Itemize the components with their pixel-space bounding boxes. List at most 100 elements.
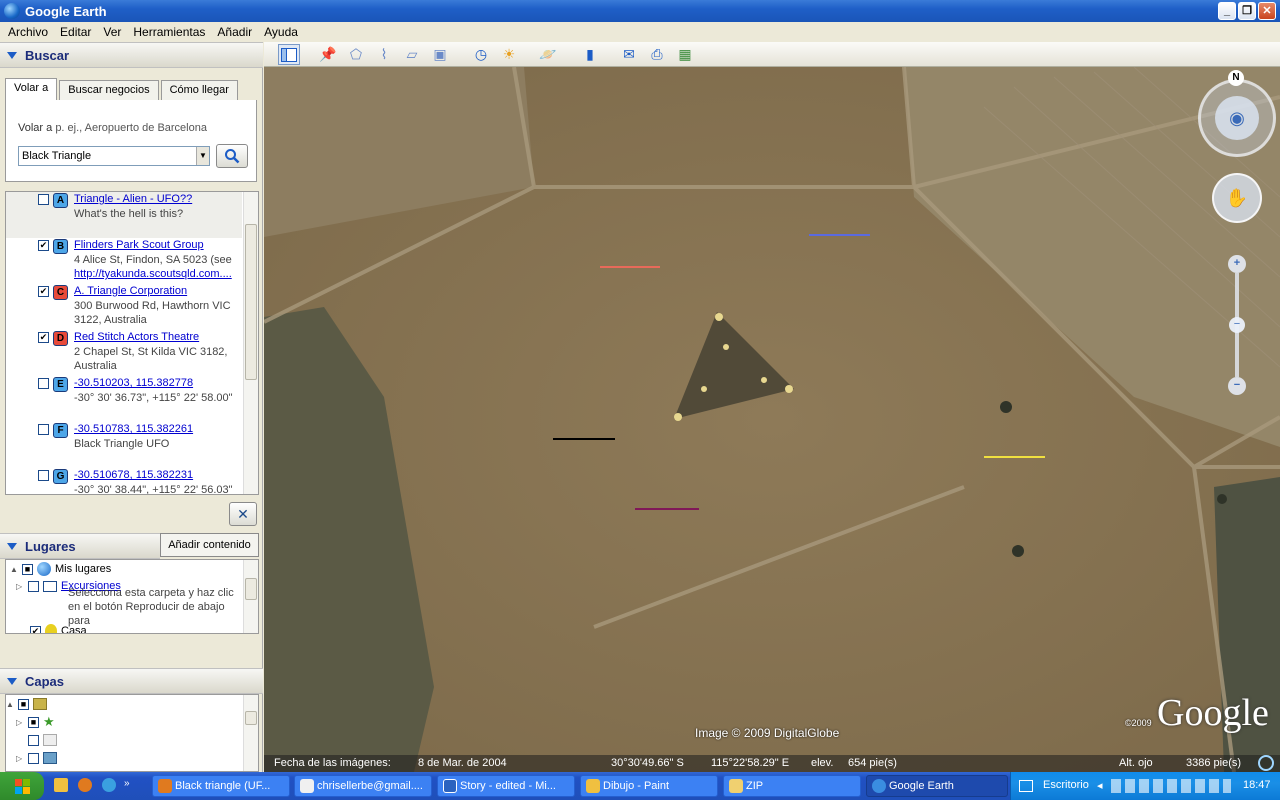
restore-button[interactable]: ❐ (1238, 2, 1256, 20)
search-section-header[interactable]: Buscar (0, 42, 263, 68)
dropdown-arrow-icon[interactable]: ▼ (196, 147, 209, 165)
result-title-link[interactable]: -30.510678, 115.382231 (74, 469, 242, 481)
result-title-link[interactable]: Flinders Park Scout Group (74, 239, 242, 251)
add-placemark-button[interactable]: 📌 (317, 44, 339, 65)
tree-row[interactable] (28, 731, 61, 749)
menu-editar[interactable]: Editar (54, 25, 97, 39)
zoom-slider[interactable]: + − − (1228, 255, 1246, 397)
status-bar: Fecha de las imágenes: 8 de Mar. de 2004… (264, 755, 1280, 772)
list-item[interactable]: ✔ B Flinders Park Scout Group 4 Alice St… (6, 238, 242, 284)
menu-ayuda[interactable]: Ayuda (258, 25, 304, 39)
search-input[interactable] (18, 146, 210, 166)
result-title-link[interactable]: Red Stitch Actors Theatre (74, 331, 242, 343)
result-checkbox[interactable] (38, 194, 49, 205)
tray-expand-icon[interactable]: ◂ (1097, 779, 1103, 792)
add-overlay-button[interactable]: ▱ (401, 44, 423, 65)
result-title-link[interactable]: A. Triangle Corporation (74, 285, 242, 297)
result-url-link[interactable]: http://tyakunda.scoutsqld.com.... (74, 268, 232, 280)
quicklaunch-more-icon[interactable]: » (124, 778, 130, 789)
tree-row[interactable]: ▲ ■ (6, 695, 51, 713)
tab-buscar-negocios[interactable]: Buscar negocios (59, 80, 159, 100)
clear-results-button[interactable]: ✕ (229, 502, 257, 526)
sunlight-button[interactable]: ☀ (498, 44, 520, 65)
result-checkbox[interactable] (38, 424, 49, 435)
tree-checkbox[interactable]: ■ (28, 716, 39, 728)
menu-archivo[interactable]: Archivo (2, 25, 54, 39)
collapse-icon[interactable]: ▲ (6, 700, 15, 709)
quicklaunch-explorer-icon[interactable] (54, 778, 68, 792)
result-title-link[interactable]: -30.510783, 115.382261 (74, 423, 242, 435)
menu-anadir[interactable]: Añadir (211, 25, 258, 39)
expand-icon[interactable]: ▷ (16, 754, 25, 763)
start-button[interactable] (0, 772, 44, 800)
result-checkbox[interactable] (38, 470, 49, 481)
minimize-button[interactable]: _ (1218, 2, 1236, 20)
task-word[interactable]: Story - edited - Mi... (437, 775, 575, 797)
list-item[interactable]: F -30.510783, 115.382261 Black Triangle … (6, 422, 242, 468)
list-item[interactable]: A Triangle - Alien - UFO?? What's the he… (6, 192, 242, 238)
results-scrollbar[interactable] (243, 192, 258, 494)
list-item[interactable]: ✔ C A. Triangle Corporation 300 Burwood … (6, 284, 242, 330)
zoom-in-button[interactable]: + (1228, 255, 1246, 273)
tree-row[interactable]: ▷ (16, 749, 61, 767)
zoom-thumb[interactable]: − (1229, 317, 1245, 333)
close-window-button[interactable]: ✕ (1258, 2, 1276, 20)
result-title-link[interactable]: Triangle - Alien - UFO?? (74, 193, 242, 205)
layers-scrollbar[interactable] (243, 695, 258, 771)
ruler-button[interactable]: ▮ (579, 44, 601, 65)
desktop-toolbar-icon[interactable] (1019, 780, 1033, 792)
tree-checkbox[interactable]: ■ (18, 698, 29, 710)
task-firefox[interactable]: Black triangle (UF... (152, 775, 290, 797)
tree-checkbox[interactable] (28, 752, 39, 764)
list-item[interactable]: G -30.510678, 115.382231 -30° 30' 38.44"… (6, 468, 242, 494)
task-chat[interactable]: chrisellerbe@gmail.... (294, 775, 432, 797)
tray-icons[interactable] (1111, 779, 1231, 793)
tree-checkbox[interactable]: ✔ (30, 625, 41, 633)
quicklaunch-firefox-icon[interactable] (78, 778, 92, 792)
expand-icon[interactable]: ▷ (16, 582, 25, 591)
task-google-earth[interactable]: Google Earth (866, 775, 1008, 797)
tab-volar-a[interactable]: Volar a (5, 78, 58, 100)
tree-checkbox[interactable]: ■ (22, 563, 33, 575)
result-checkbox[interactable]: ✔ (38, 286, 49, 297)
record-tour-button[interactable]: ▣ (429, 44, 451, 65)
look-control[interactable]: N ◉ (1198, 70, 1276, 157)
list-item[interactable]: ✔ D Red Stitch Actors Theatre 2 Chapel S… (6, 330, 242, 376)
result-checkbox[interactable]: ✔ (38, 332, 49, 343)
places-section-header[interactable]: Lugares (0, 533, 160, 559)
sidebar-toggle-button[interactable] (278, 44, 300, 65)
task-zip-folder[interactable]: ZIP (723, 775, 861, 797)
tree-row[interactable]: ▷ ■ ★ (16, 713, 59, 731)
collapse-icon[interactable]: ▲ (10, 565, 19, 574)
map-view[interactable]: N ◉ ✋ + − − Image © 2009 DigitalGlobe ©2… (264, 67, 1280, 772)
planets-button[interactable]: 🪐 (537, 44, 559, 65)
expand-icon[interactable]: ▷ (16, 718, 25, 727)
desktop-toolbar-label[interactable]: Escritorio (1043, 779, 1089, 791)
add-content-button[interactable]: Añadir contenido (160, 533, 259, 557)
menu-herramientas[interactable]: Herramientas (127, 25, 211, 39)
result-title-link[interactable]: -30.510203, 115.382778 (74, 377, 242, 389)
add-path-button[interactable]: ⌇ (373, 44, 395, 65)
view-in-maps-button[interactable]: ▦ (674, 44, 696, 65)
task-paint[interactable]: Dibujo - Paint (580, 775, 718, 797)
list-item[interactable]: E -30.510203, 115.382778 -30° 30' 36.73"… (6, 376, 242, 422)
compass-north[interactable]: N (1228, 70, 1244, 86)
tree-row[interactable]: ▲ ■ Mis lugares (10, 560, 111, 578)
layers-section-header[interactable]: Capas (0, 668, 263, 694)
places-scrollbar[interactable] (243, 560, 258, 633)
historical-imagery-button[interactable]: ◷ (470, 44, 492, 65)
result-checkbox[interactable]: ✔ (38, 240, 49, 251)
move-control[interactable]: ✋ (1212, 173, 1262, 223)
print-button[interactable]: ⎙ (646, 44, 668, 65)
quicklaunch-media-icon[interactable] (102, 778, 116, 792)
email-button[interactable]: ✉ (618, 44, 640, 65)
add-polygon-button[interactable]: ⬠ (345, 44, 367, 65)
tree-checkbox[interactable] (28, 734, 39, 746)
tree-checkbox[interactable] (28, 580, 39, 592)
result-checkbox[interactable] (38, 378, 49, 389)
zoom-out-button[interactable]: − (1228, 377, 1246, 395)
tree-row[interactable]: ✔ Casa (30, 622, 87, 633)
tab-como-llegar[interactable]: Cómo llegar (160, 80, 238, 100)
search-button[interactable] (216, 144, 248, 168)
menu-ver[interactable]: Ver (97, 25, 127, 39)
